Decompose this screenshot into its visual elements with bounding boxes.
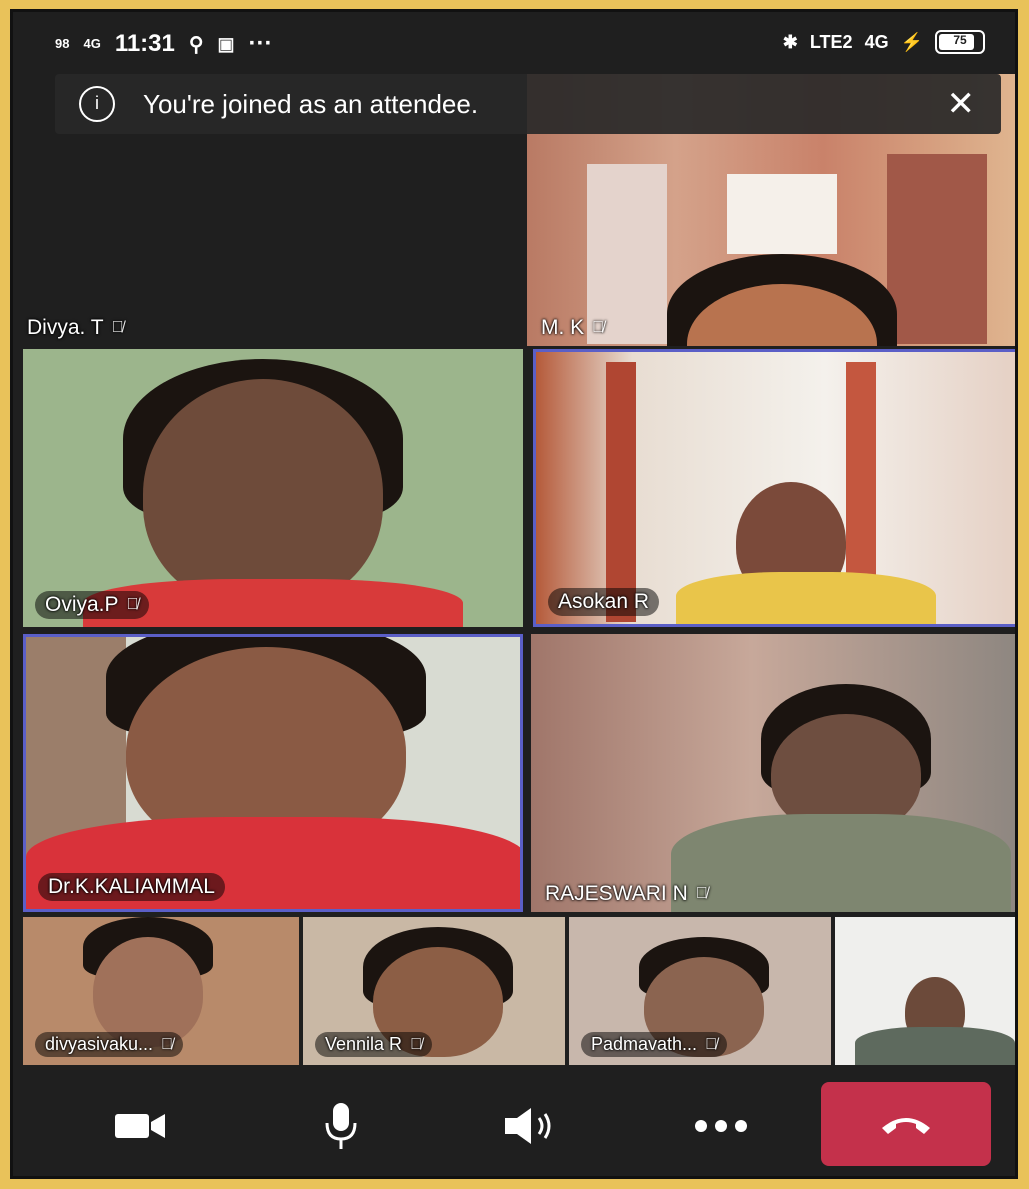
participant-name: Divya. T 🎙̸ [27, 316, 124, 339]
more-icon [695, 1120, 747, 1132]
participant-name: Dr.K.KALIAMMAL [38, 873, 225, 901]
participant-name: Padmavath... 🎙̸ [581, 1032, 728, 1057]
notification-icon: ▣ [217, 33, 235, 54]
participant-name: RAJESWARI N 🎙̸ [545, 882, 708, 905]
mic-muted-icon: 🎙̸ [111, 319, 124, 336]
network-type: 4G [83, 36, 101, 51]
participant-tile-unnamed[interactable] [835, 917, 1015, 1065]
info-icon: i [79, 86, 115, 122]
usb-icon: ⚲ [188, 33, 204, 56]
participant-name: M. K 🎙̸ [541, 316, 605, 339]
participant-name: Asokan R [548, 588, 660, 616]
participant-name: Vennila R 🎙̸ [315, 1032, 433, 1057]
battery-icon: 75 [935, 30, 985, 54]
camera-icon [115, 1114, 165, 1138]
mic-button[interactable] [293, 1090, 389, 1162]
hangup-button[interactable] [821, 1082, 991, 1166]
speaker-button[interactable] [483, 1090, 579, 1162]
signal-strength: 98 [55, 36, 70, 51]
mic-icon [325, 1103, 357, 1149]
participant-name: divyasivaku... 🎙̸ [35, 1032, 184, 1057]
more-button[interactable] [673, 1090, 769, 1162]
bluetooth-icon: ✱ [782, 31, 798, 52]
banner-text: You're joined as an attendee. [143, 88, 479, 119]
teams-call-screen: 98 4G 11:31 ⚲ ▣ ··· ✱ LTE2 4G ⚡ 75 Divya… [10, 9, 1018, 1179]
charging-icon: ⚡ [900, 31, 923, 52]
participant-tile-kaliammal[interactable]: Dr.K.KALIAMMAL [23, 634, 523, 912]
hangup-icon [882, 1118, 930, 1134]
mic-muted-icon: 🎙̸ [592, 319, 605, 336]
more-notifications-icon: ··· [248, 30, 273, 57]
battery-level: 75 [953, 33, 967, 47]
status-time: 11:31 [114, 30, 175, 57]
mic-muted-icon: 🎙̸ [161, 1035, 174, 1053]
participant-tile-vennila[interactable]: Vennila R 🎙̸ [303, 917, 565, 1065]
lte-label: LTE2 [809, 31, 853, 52]
mic-muted-icon: 🎙̸ [695, 885, 708, 902]
participant-tile-asokan-r[interactable]: Asokan R [533, 349, 1015, 627]
network-label: 4G [864, 31, 889, 52]
mic-muted-icon: 🎙̸ [126, 596, 139, 613]
mic-muted-icon: 🎙̸ [705, 1035, 718, 1053]
participant-tile-padmavath[interactable]: Padmavath... 🎙̸ [569, 917, 831, 1065]
camera-button[interactable] [93, 1090, 189, 1162]
mic-muted-icon: 🎙̸ [410, 1035, 423, 1053]
call-controls [13, 1070, 1015, 1176]
status-bar: 98 4G 11:31 ⚲ ▣ ··· ✱ LTE2 4G ⚡ 75 [13, 12, 1015, 80]
close-icon[interactable]: ✕ [947, 84, 976, 124]
speaker-icon [505, 1108, 551, 1144]
participant-tile-rajeswari[interactable]: RAJESWARI N 🎙̸ [531, 634, 1015, 912]
participant-name: Oviya.P 🎙̸ [35, 591, 149, 619]
attendee-banner: i You're joined as an attendee. ✕ [55, 74, 1001, 134]
participant-tile-oviya-p[interactable]: Oviya.P 🎙̸ [23, 349, 523, 627]
participant-tile-divyasivaku[interactable]: divyasivaku... 🎙̸ [23, 917, 299, 1065]
